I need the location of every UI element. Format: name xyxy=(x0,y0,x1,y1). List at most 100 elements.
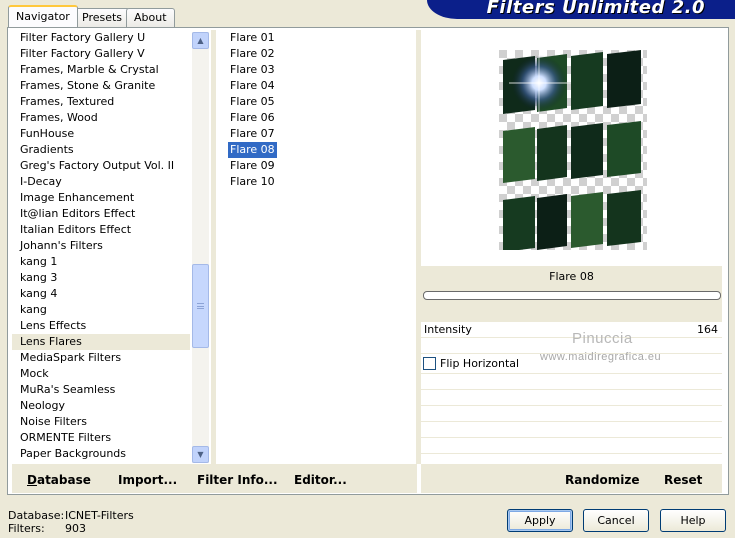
category-item[interactable]: Johann's Filters xyxy=(12,238,190,254)
reset-link[interactable]: Reset xyxy=(664,473,702,487)
watermark-title: Pinuccia xyxy=(572,330,633,347)
preview-tile xyxy=(571,123,603,179)
effect-item-label: Flare 09 xyxy=(230,159,275,172)
database-status-value: ICNET-Filters xyxy=(65,509,134,522)
category-scrollbar[interactable]: ▲ ▼ xyxy=(192,32,209,463)
preview-tile xyxy=(537,194,567,250)
category-item[interactable]: It@lian Editors Effect xyxy=(12,206,190,222)
category-item[interactable]: Greg's Factory Output Vol. II xyxy=(12,158,190,174)
effect-item[interactable]: Flare 02 xyxy=(222,46,412,62)
effect-item[interactable]: Flare 06 xyxy=(222,110,412,126)
preview-tile xyxy=(571,192,603,248)
param-row-empty xyxy=(421,406,722,422)
filters-status-label: Filters: xyxy=(8,522,45,535)
database-link[interactable]: Database xyxy=(27,473,91,487)
preview-tile xyxy=(607,50,641,108)
grip-icon xyxy=(197,303,204,309)
param-row-empty xyxy=(421,422,722,438)
category-item[interactable]: Image Enhancement xyxy=(12,190,190,206)
preview-tile xyxy=(607,190,641,246)
category-item[interactable]: Frames, Stone & Granite xyxy=(12,78,190,94)
category-item[interactable]: Noise Filters xyxy=(12,414,190,430)
effect-item[interactable]: Flare 07 xyxy=(222,126,412,142)
category-item[interactable]: kang xyxy=(12,302,190,318)
category-item[interactable]: Filter Factory Gallery U xyxy=(12,30,190,46)
category-item[interactable]: Paper Backgrounds xyxy=(12,446,190,462)
effect-item[interactable]: Flare 10 xyxy=(222,174,412,190)
effect-item-label: Flare 01 xyxy=(230,31,275,44)
effect-item[interactable]: Flare 08 xyxy=(222,142,412,158)
database-status: Database:ICNET-Filters xyxy=(8,509,134,522)
column-divider xyxy=(211,30,216,464)
database-link-rest: atabase xyxy=(36,473,91,487)
scroll-thumb[interactable] xyxy=(192,264,209,348)
progress-bar xyxy=(423,291,721,300)
status-info: Database:ICNET-Filters Filters: 903 xyxy=(8,509,134,535)
help-button[interactable]: Help xyxy=(660,509,726,532)
category-item[interactable]: I-Decay xyxy=(12,174,190,190)
effect-item[interactable]: Flare 03 xyxy=(222,62,412,78)
effect-list[interactable]: Flare 01 Flare 02 Flare 03 Flare 04 Flare 05… xyxy=(222,30,412,464)
tab-presets[interactable]: Presets xyxy=(74,8,131,27)
preview-action-bar: Randomize Reset xyxy=(421,464,722,493)
category-item[interactable]: kang 4 xyxy=(12,286,190,302)
category-item[interactable]: Frames, Marble & Crystal xyxy=(12,62,190,78)
import-link[interactable]: Import... xyxy=(118,473,177,487)
category-item[interactable]: Frames, Textured xyxy=(12,94,190,110)
editor-link[interactable]: Editor... xyxy=(294,473,347,487)
banner-title: Filters Unlimited 2.0 xyxy=(486,0,705,18)
list-action-bar: Database Import... Filter Info... Editor… xyxy=(12,464,417,493)
intensity-label: Intensity xyxy=(424,323,472,336)
effect-item[interactable]: Flare 04 xyxy=(222,78,412,94)
chevron-down-icon: ▼ xyxy=(197,450,204,459)
category-item[interactable]: Lens Flares xyxy=(12,334,190,350)
category-item[interactable]: kang 3 xyxy=(12,270,190,286)
category-item[interactable]: ORMENTE Filters xyxy=(12,430,190,446)
category-item[interactable]: FunHouse xyxy=(12,126,190,142)
effect-item[interactable]: Flare 09 xyxy=(222,158,412,174)
scroll-up-button[interactable]: ▲ xyxy=(192,32,209,49)
effect-item[interactable]: Flare 01 xyxy=(222,30,412,46)
preview-tile xyxy=(537,125,567,181)
param-row-empty xyxy=(421,374,722,390)
effect-item-label: Flare 08 xyxy=(228,142,277,158)
tab-about[interactable]: About xyxy=(126,8,175,27)
category-item[interactable]: Italian Editors Effect xyxy=(12,222,190,238)
preview-tile xyxy=(503,127,535,183)
category-item[interactable]: Neology xyxy=(12,398,190,414)
flip-horizontal-checkbox[interactable] xyxy=(423,357,436,370)
category-item[interactable]: MuRa's Seamless xyxy=(12,382,190,398)
effect-name-label: Flare 08 xyxy=(421,266,722,288)
watermark-url: www.maidiregrafica.eu xyxy=(540,351,662,363)
title-banner: Filters Unlimited 2.0 xyxy=(427,0,735,19)
category-item[interactable]: MediaSpark Filters xyxy=(12,350,190,366)
category-item[interactable]: Filter Factory Gallery V xyxy=(12,46,190,62)
filter-info-link[interactable]: Filter Info... xyxy=(197,473,278,487)
intensity-value[interactable]: 164 xyxy=(697,323,718,336)
preview-image xyxy=(499,50,647,250)
category-item[interactable]: Gradients xyxy=(12,142,190,158)
database-status-label: Database: xyxy=(8,509,65,522)
apply-button[interactable]: Apply xyxy=(507,509,573,532)
randomize-link[interactable]: Randomize xyxy=(565,473,639,487)
cancel-button[interactable]: Cancel xyxy=(583,509,649,532)
scroll-down-button[interactable]: ▼ xyxy=(192,446,209,463)
effect-item[interactable]: Flare 05 xyxy=(222,94,412,110)
effect-item-label: Flare 07 xyxy=(230,127,275,140)
filters-status-value: 903 xyxy=(65,522,86,535)
effect-item-label: Flare 10 xyxy=(230,175,275,188)
preview-tile xyxy=(571,52,603,110)
preview-area xyxy=(421,30,722,266)
effect-item-label: Flare 02 xyxy=(230,47,275,60)
chevron-up-icon: ▲ xyxy=(197,36,204,45)
tab-navigator[interactable]: Navigator xyxy=(8,5,78,27)
category-list[interactable]: Filter Factory Gallery U Filter Factory G… xyxy=(12,30,190,464)
flip-horizontal-label: Flip Horizontal xyxy=(440,357,520,370)
database-link-mnemonic: D xyxy=(27,473,37,487)
category-item[interactable]: kang 1 xyxy=(12,254,190,270)
category-item[interactable]: Frames, Wood xyxy=(12,110,190,126)
effect-item-label: Flare 06 xyxy=(230,111,275,124)
category-item[interactable]: Lens Effects xyxy=(12,318,190,334)
effect-item-label: Flare 04 xyxy=(230,79,275,92)
category-item[interactable]: Mock xyxy=(12,366,190,382)
